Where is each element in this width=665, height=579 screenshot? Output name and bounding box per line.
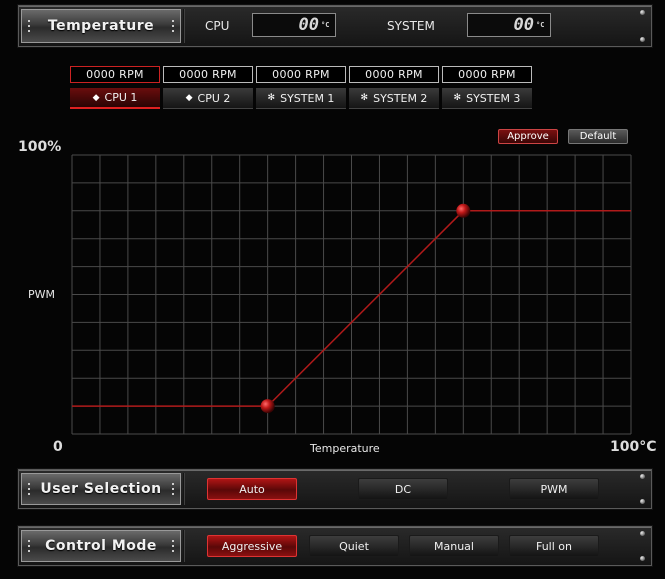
user-selection-title-label: User Selection bbox=[40, 481, 162, 497]
grip-dots-icon bbox=[28, 483, 30, 495]
control-mode-manual-button[interactable]: Manual bbox=[409, 535, 499, 557]
grip-dots-icon bbox=[28, 540, 30, 552]
control-mode-fullon-button[interactable]: Full on bbox=[509, 535, 599, 557]
grip-dots-icon bbox=[172, 483, 174, 495]
control-mode-quiet-button[interactable]: Quiet bbox=[309, 535, 399, 557]
control-mode-bar: Control Mode Aggressive Quiet Manual Ful… bbox=[18, 526, 652, 566]
control-mode-aggressive-button[interactable]: Aggressive bbox=[207, 535, 297, 557]
screw-icon bbox=[640, 556, 645, 561]
divider bbox=[183, 473, 185, 505]
user-selection-dc-button[interactable]: DC bbox=[358, 478, 448, 500]
control-mode-title: Control Mode bbox=[21, 530, 181, 562]
user-selection-auto-button[interactable]: Auto bbox=[207, 478, 297, 500]
curve-control-point-2[interactable] bbox=[456, 203, 471, 218]
divider bbox=[183, 530, 185, 562]
chart-grid bbox=[71, 154, 632, 435]
curve-control-point-1[interactable] bbox=[260, 399, 275, 414]
screw-icon bbox=[640, 531, 645, 536]
screw-icon bbox=[640, 474, 645, 479]
grip-dots-icon bbox=[172, 540, 174, 552]
user-selection-pwm-button[interactable]: PWM bbox=[509, 478, 599, 500]
user-selection-bar: User Selection Auto DC PWM bbox=[18, 469, 652, 509]
screw-icon bbox=[640, 499, 645, 504]
control-mode-title-label: Control Mode bbox=[45, 538, 157, 554]
user-selection-title: User Selection bbox=[21, 473, 181, 505]
